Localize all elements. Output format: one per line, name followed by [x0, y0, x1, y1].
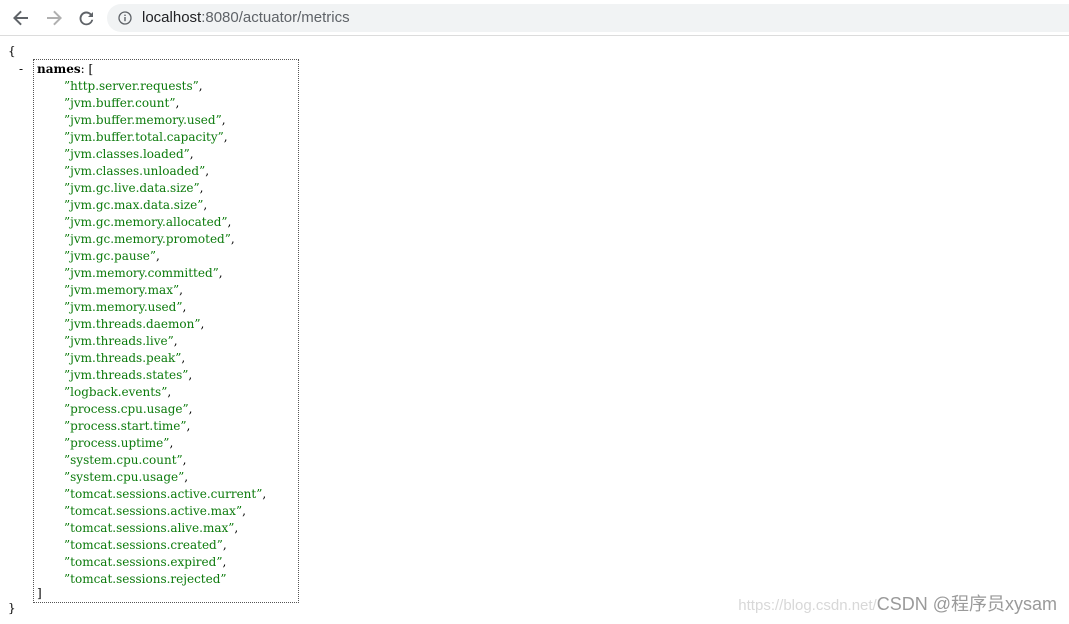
metric-name-value: tomcat.sessions.active.max [70, 504, 236, 518]
reload-icon [79, 11, 94, 26]
back-button[interactable] [9, 6, 33, 30]
json-open-brace: { [8, 44, 16, 58]
metric-name-item: ”http.server.requests”, [64, 79, 203, 93]
metric-name-value: tomcat.sessions.active.current [70, 487, 257, 501]
metric-name-value: jvm.threads.peak [70, 351, 176, 365]
metric-name-item: ”jvm.memory.used”, [64, 300, 187, 314]
metric-name-value: logback.events [70, 385, 162, 399]
metric-name-item: ”system.cpu.count”, [64, 453, 187, 467]
metric-name-value: tomcat.sessions.created [70, 538, 217, 552]
metric-name-item: ”process.cpu.usage”, [64, 402, 193, 416]
watermark-prefix: https://blog.csdn.net/ [738, 597, 877, 614]
info-circle-icon[interactable] [118, 11, 132, 25]
metric-name-value: jvm.memory.max [70, 283, 173, 297]
json-key-suffix: : [ [80, 62, 94, 76]
json-close-bracket: ] [37, 586, 42, 600]
address-bar[interactable]: localhost:8080/actuator/metrics [107, 4, 1069, 32]
metric-name-item: ”jvm.gc.memory.promoted”, [64, 232, 235, 246]
json-close-brace: } [8, 601, 16, 615]
metric-name-value: jvm.gc.pause [70, 249, 150, 263]
metric-name-value: jvm.threads.daemon [70, 317, 195, 331]
metric-name-item: ”tomcat.sessions.active.current”, [64, 487, 267, 501]
metric-name-item: ”jvm.gc.max.data.size”, [64, 198, 208, 212]
metric-name-item: ”tomcat.sessions.expired”, [64, 555, 227, 569]
metric-name-value: jvm.buffer.memory.used [70, 113, 216, 127]
metric-name-item: ”tomcat.sessions.active.max”, [64, 504, 246, 518]
json-key-names: names [37, 62, 81, 76]
arrow-left-icon [13, 10, 28, 26]
metric-name-item: ”jvm.gc.memory.allocated”, [64, 215, 232, 229]
metric-name-item: ”jvm.buffer.total.capacity”, [64, 130, 228, 144]
metric-name-item: ”jvm.buffer.count”, [64, 96, 180, 110]
metric-name-value: system.cpu.count [70, 453, 177, 467]
forward-button[interactable] [42, 6, 66, 30]
metric-name-value: system.cpu.usage [70, 470, 179, 484]
metric-name-item: ”tomcat.sessions.alive.max”, [64, 521, 239, 535]
url-text[interactable]: localhost:8080/actuator/metrics [142, 9, 350, 27]
metric-name-value: jvm.gc.max.data.size [70, 198, 198, 212]
url-path: :8080/actuator/metrics [201, 9, 350, 26]
watermark-text: CSDN @程序员xysam [876, 594, 1057, 614]
metric-name-item: ”jvm.threads.live”, [64, 334, 178, 348]
metric-names-list: ”http.server.requests”, ”jvm.buffer.count… [64, 78, 266, 588]
metric-name-value: tomcat.sessions.expired [70, 555, 217, 569]
metric-name-value: jvm.threads.live [70, 334, 168, 348]
metric-name-item: ”jvm.memory.committed”, [64, 266, 223, 280]
metric-name-item: ”jvm.gc.pause”, [64, 249, 160, 263]
metric-name-value: jvm.gc.live.data.size [70, 181, 194, 195]
metric-name-item: ”jvm.threads.states”, [64, 368, 193, 382]
names-array-box: names: [ ”http.server.requests”, ”jvm.buf… [33, 59, 299, 603]
metric-name-value: process.uptime [70, 436, 164, 450]
metric-name-item: ”logback.events”, [64, 385, 172, 399]
metric-name-item: ”tomcat.sessions.rejected” [64, 572, 227, 586]
url-host: localhost [142, 9, 202, 26]
metric-name-value: tomcat.sessions.rejected [70, 572, 221, 586]
metric-name-item: ”jvm.memory.max”, [64, 283, 183, 297]
metric-name-item: ”tomcat.sessions.created”, [64, 538, 227, 552]
names-key-line: names: [ [37, 61, 93, 78]
metric-name-value: jvm.threads.states [70, 368, 183, 382]
metric-name-item: ”jvm.classes.loaded”, [64, 147, 194, 161]
metric-name-value: jvm.classes.unloaded [70, 164, 200, 178]
metric-name-value: jvm.memory.committed [70, 266, 213, 280]
collapse-toggle[interactable]: - [19, 61, 23, 78]
metric-name-value: process.cpu.usage [70, 402, 183, 416]
arrow-right-icon [47, 10, 62, 26]
metric-name-item: ”jvm.buffer.memory.used”, [64, 113, 226, 127]
csdn-watermark: https://blog.csdn.net/CSDN @程序员xysam [738, 590, 1057, 616]
metric-name-item: ”jvm.threads.daemon”, [64, 317, 205, 331]
metric-name-item: ”jvm.gc.live.data.size”, [64, 181, 204, 195]
metric-name-value: jvm.gc.memory.promoted [70, 232, 225, 246]
metric-name-item: ”jvm.classes.unloaded”, [64, 164, 210, 178]
metric-name-item: ”jvm.threads.peak”, [64, 351, 186, 365]
json-viewer: { - names: [ ”http.server.requests”, ”jvm… [0, 37, 1069, 624]
metric-name-value: process.start.time [70, 419, 181, 433]
metric-name-value: tomcat.sessions.alive.max [70, 521, 229, 535]
metric-name-value: jvm.gc.memory.allocated [70, 215, 222, 229]
reload-button[interactable] [75, 6, 99, 30]
metric-name-item: ”system.cpu.usage”, [64, 470, 189, 484]
metric-name-value: jvm.classes.loaded [70, 147, 184, 161]
metric-name-value: http.server.requests [70, 79, 193, 93]
browser-toolbar: localhost:8080/actuator/metrics [0, 0, 1069, 36]
metric-name-value: jvm.buffer.total.capacity [70, 130, 218, 144]
metric-name-item: ”process.uptime”, [64, 436, 174, 450]
metric-name-value: jvm.memory.used [70, 300, 177, 314]
metric-name-item: ”process.start.time”, [64, 419, 191, 433]
metric-name-value: jvm.buffer.count [70, 96, 170, 110]
